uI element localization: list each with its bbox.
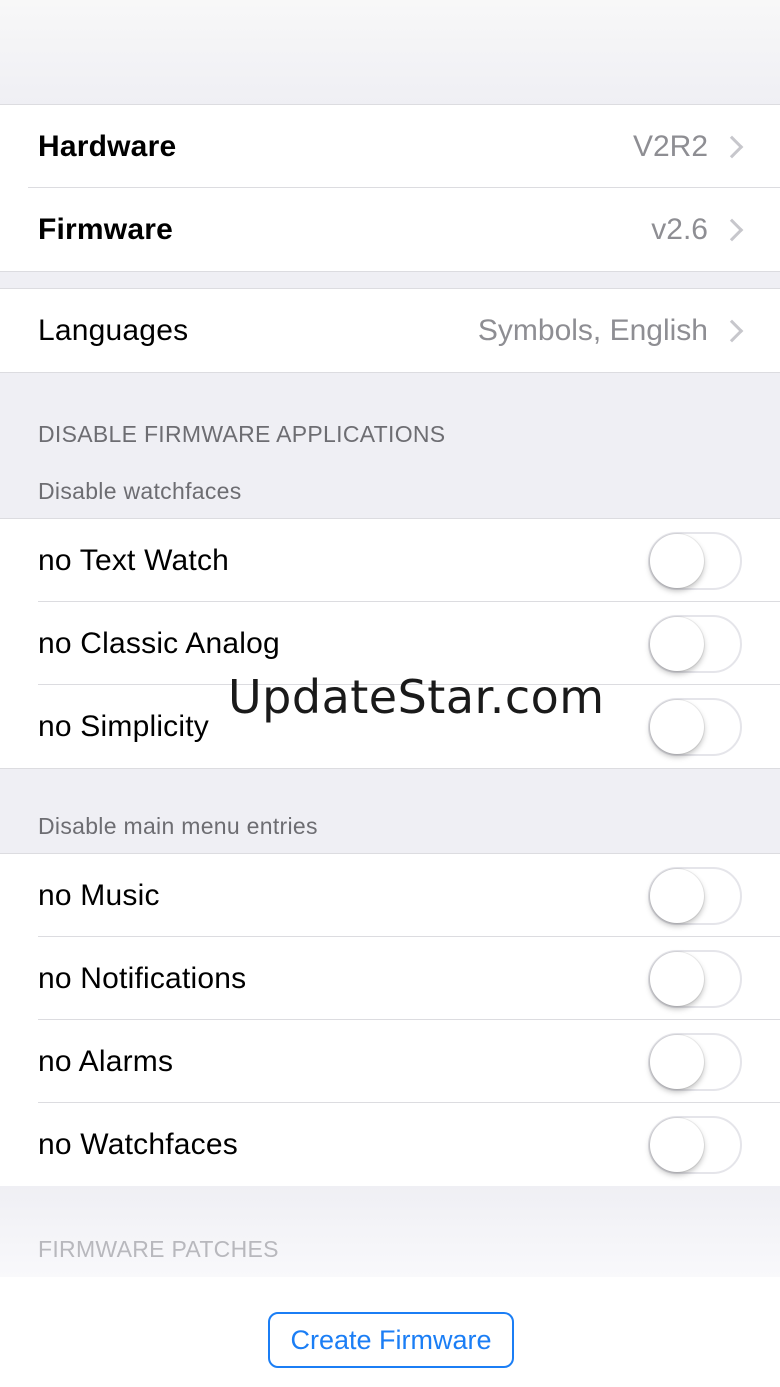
languages-value: Symbols, English [477,313,708,347]
navigation-bar [0,0,780,104]
watchfaces-label: no Watchfaces [38,1127,238,1161]
firmware-value: v2.6 [651,212,708,246]
toggle-row-notifications: no Notifications [0,937,780,1020]
chevron-right-icon [720,135,744,158]
firmware-row[interactable]: Firmware v2.6 [0,188,780,271]
toggle-row-watchfaces: no Watchfaces [0,1103,780,1186]
toggle-knob [650,868,704,923]
languages-label: Languages [38,313,189,347]
create-firmware-button[interactable]: Create Firmware [268,1312,514,1368]
notifications-toggle[interactable] [648,949,742,1008]
notifications-label: no Notifications [38,961,247,995]
text-watch-toggle[interactable] [648,531,742,590]
toggle-row-music: no Music [0,854,780,937]
hardware-value: V2R2 [632,129,708,163]
chevron-right-icon [720,319,744,342]
chevron-right-icon [720,218,744,241]
classic-analog-label: no Classic Analog [38,626,280,660]
text-watch-label: no Text Watch [38,543,230,577]
disable-main-menu-entries-header: Disable main menu entries [38,813,318,839]
languages-row[interactable]: Languages Symbols, English [0,289,780,372]
watchfaces-group: no Text Watch no Classic Analog no Simpl… [0,518,780,769]
watermark-text: UpdateStar.com [228,670,605,724]
music-toggle[interactable] [648,866,742,925]
simplicity-toggle[interactable] [648,697,742,756]
toggle-row-alarms: no Alarms [0,1020,780,1103]
firmware-patches-header: FIRMWARE PATCHES [38,1236,279,1262]
main-menu-group: no Music no Notifications no Alarms no W… [0,853,780,1187]
watchfaces-toggle[interactable] [648,1115,742,1174]
firmware-label: Firmware [38,212,173,246]
toggle-knob [650,533,704,588]
device-info-group: Hardware V2R2 Firmware v2.6 [0,104,780,272]
music-label: no Music [38,878,160,912]
toggle-row-text-watch: no Text Watch [0,519,780,602]
simplicity-label: no Simplicity [38,709,209,743]
toggle-knob [650,699,704,754]
alarms-toggle[interactable] [648,1032,742,1091]
disable-watchfaces-header: Disable watchfaces [38,478,242,504]
toggle-knob [650,1117,704,1172]
classic-analog-toggle[interactable] [648,614,742,673]
toggle-knob [650,1034,704,1089]
toggle-knob [650,616,704,671]
disable-firmware-applications-header: DISABLE FIRMWARE APPLICATIONS [38,421,446,447]
hardware-label: Hardware [38,129,177,163]
languages-group: Languages Symbols, English [0,288,780,373]
hardware-row[interactable]: Hardware V2R2 [0,105,780,188]
alarms-label: no Alarms [38,1044,174,1078]
toggle-knob [650,951,704,1006]
